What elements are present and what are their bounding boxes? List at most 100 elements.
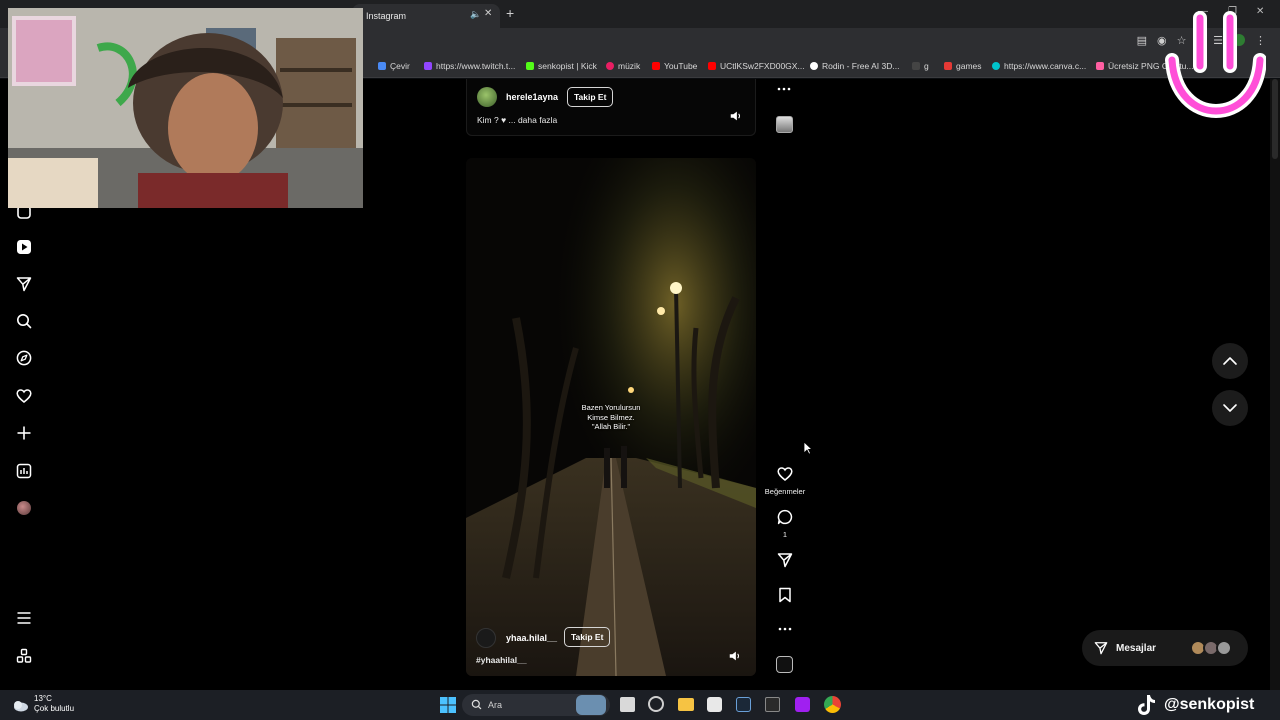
weather-cloud-icon xyxy=(10,695,30,715)
webcam-feed xyxy=(8,8,363,208)
chevron-up-icon xyxy=(1223,357,1237,365)
tiktok-handle: @senkopist xyxy=(1164,696,1255,713)
search-icon xyxy=(471,699,482,710)
overlay-line: Bazen Yorulursun xyxy=(581,403,641,412)
store-icon[interactable] xyxy=(707,697,722,712)
direct-messages-icon xyxy=(1094,642,1108,655)
share-action[interactable] xyxy=(762,552,808,573)
also-from-meta-icon[interactable] xyxy=(16,648,32,664)
reels-icon[interactable] xyxy=(16,239,32,255)
next-reel-button[interactable] xyxy=(1212,390,1248,426)
steam-icon[interactable] xyxy=(736,697,751,712)
bookmark-item[interactable]: https://www.canva.c... xyxy=(992,61,1086,71)
overlay-line: "Allah Bilir." xyxy=(591,422,631,431)
weather-widget[interactable]: 13°C Çok bulutlu xyxy=(34,694,74,714)
share-icon[interactable] xyxy=(777,552,793,568)
streamer-logo-icon xyxy=(1165,11,1266,118)
audio-thumbnail[interactable] xyxy=(776,656,793,673)
messages-button[interactable]: Mesajlar xyxy=(1082,630,1248,666)
more-action[interactable] xyxy=(762,622,808,641)
tab-title: Instagram xyxy=(366,11,407,21)
webcam-overlay xyxy=(8,8,363,208)
likes-label[interactable]: Beğenmeler xyxy=(762,487,808,496)
more-menu-icon[interactable] xyxy=(16,610,32,626)
new-tab-button[interactable]: + xyxy=(506,6,514,20)
notifications-heart-icon[interactable] xyxy=(16,388,32,404)
bookmark-label: https://www.canva.c... xyxy=(1004,61,1087,71)
bookmark-item[interactable]: https://www.twitch.t... xyxy=(424,61,515,71)
post-username[interactable]: herele1ayna xyxy=(506,92,558,102)
follow-label: Takip Et xyxy=(574,92,607,102)
like-heart-icon[interactable] xyxy=(777,466,793,482)
bookmark-label: https://www.twitch.t... xyxy=(436,61,516,71)
bookmark-item[interactable]: Çevir xyxy=(378,61,410,71)
avatar[interactable] xyxy=(476,628,496,648)
search-placeholder: Ara xyxy=(488,700,503,710)
bookmark-label: UCtlKSw2FXD00GX... xyxy=(720,61,805,71)
post-caption[interactable]: #yhaahilal__ xyxy=(476,655,527,665)
tab-audio-icon[interactable]: 🔈 xyxy=(470,9,481,20)
comment-icon[interactable] xyxy=(777,509,793,525)
windows-start-icon[interactable] xyxy=(440,697,456,713)
bookmark-favicon-icon xyxy=(944,62,952,70)
tiktok-icon xyxy=(1138,695,1155,715)
bookmark-label: Çevir xyxy=(390,61,410,71)
bookmark-item[interactable]: müzik xyxy=(606,61,640,71)
weather-condition: Çok bulutlu xyxy=(34,704,75,713)
bookmark-favicon-icon xyxy=(810,62,818,70)
bookmark-item[interactable]: g xyxy=(912,61,929,71)
bookmark-favicon-icon xyxy=(526,62,534,70)
comment-action[interactable]: 1 xyxy=(762,509,808,539)
audio-thumbnail[interactable] xyxy=(776,116,793,133)
bookmark-item[interactable]: Rodin - Free AI 3D... xyxy=(810,61,899,71)
tiktok-handle-overlay: @senkopist xyxy=(1136,694,1254,716)
avatar[interactable] xyxy=(477,87,497,107)
search-highlight-image xyxy=(576,695,606,715)
screen: { "browser": { "tab_title": "Instagram",… xyxy=(0,0,1280,720)
steam-like-icon[interactable] xyxy=(648,696,664,712)
page-scrollbar[interactable] xyxy=(1270,79,1280,690)
reel-post[interactable]: herele1ayna Takip Et Kim ? ♥ ... daha fa… xyxy=(466,79,756,136)
bookmark-favicon-icon xyxy=(1096,62,1104,70)
post-username[interactable]: yhaa.hilal__ xyxy=(506,633,557,643)
epic-games-icon[interactable] xyxy=(765,697,780,712)
more-options-icon[interactable] xyxy=(777,622,793,636)
bookmark-icon[interactable] xyxy=(777,587,793,603)
reel-video[interactable]: Bazen Yorulursun Kimse Bilmez. "Allah Bi… xyxy=(466,158,756,676)
chrome-icon[interactable] xyxy=(824,696,841,713)
follow-button[interactable]: Takip Et xyxy=(564,627,611,647)
scrollbar-thumb[interactable] xyxy=(1272,79,1278,159)
tab-close-icon[interactable]: ✕ xyxy=(484,8,492,19)
like-action[interactable]: Beğenmeler xyxy=(762,466,808,496)
bookmark-label: games xyxy=(956,61,982,71)
file-explorer-icon[interactable] xyxy=(678,698,694,711)
bookmark-item[interactable]: games xyxy=(944,61,982,71)
install-app-icon[interactable]: ▤ xyxy=(1137,34,1147,47)
mouse-cursor-icon xyxy=(803,441,813,455)
follow-button[interactable]: Takip Et xyxy=(567,87,614,107)
profile-avatar[interactable] xyxy=(17,501,31,515)
overlay-line: Kimse Bilmez. xyxy=(587,412,635,422)
search-icon[interactable] xyxy=(16,313,32,329)
tab-instagram[interactable]: Instagram 🔈 ✕ xyxy=(352,4,500,28)
bookmark-item[interactable]: YouTube xyxy=(652,61,697,71)
save-action[interactable] xyxy=(762,587,808,608)
speaker-icon[interactable] xyxy=(729,109,743,123)
create-plus-icon[interactable] xyxy=(16,425,32,441)
speaker-icon[interactable] xyxy=(728,649,742,663)
bookmark-item[interactable]: UCtlKSw2FXD00GX... xyxy=(708,61,805,71)
explore-icon[interactable] xyxy=(16,350,32,366)
post-caption[interactable]: Kim ? ♥ ... daha fazla xyxy=(477,115,557,125)
direct-messages-icon[interactable] xyxy=(16,276,32,292)
bookmark-label: müzik xyxy=(618,61,641,71)
dashboard-icon[interactable] xyxy=(16,463,32,479)
bookmark-favicon-icon xyxy=(912,62,920,70)
twitch-icon[interactable] xyxy=(795,697,810,712)
follow-label: Takip Et xyxy=(571,632,604,642)
bookmark-favicon-icon xyxy=(378,62,386,70)
bookmark-item[interactable]: senkopist | Kick xyxy=(526,61,597,71)
bookmark-label: senkopist | Kick xyxy=(538,61,597,71)
more-options-icon[interactable] xyxy=(776,82,792,96)
task-view-icon[interactable] xyxy=(620,697,635,712)
previous-reel-button[interactable] xyxy=(1212,343,1248,379)
